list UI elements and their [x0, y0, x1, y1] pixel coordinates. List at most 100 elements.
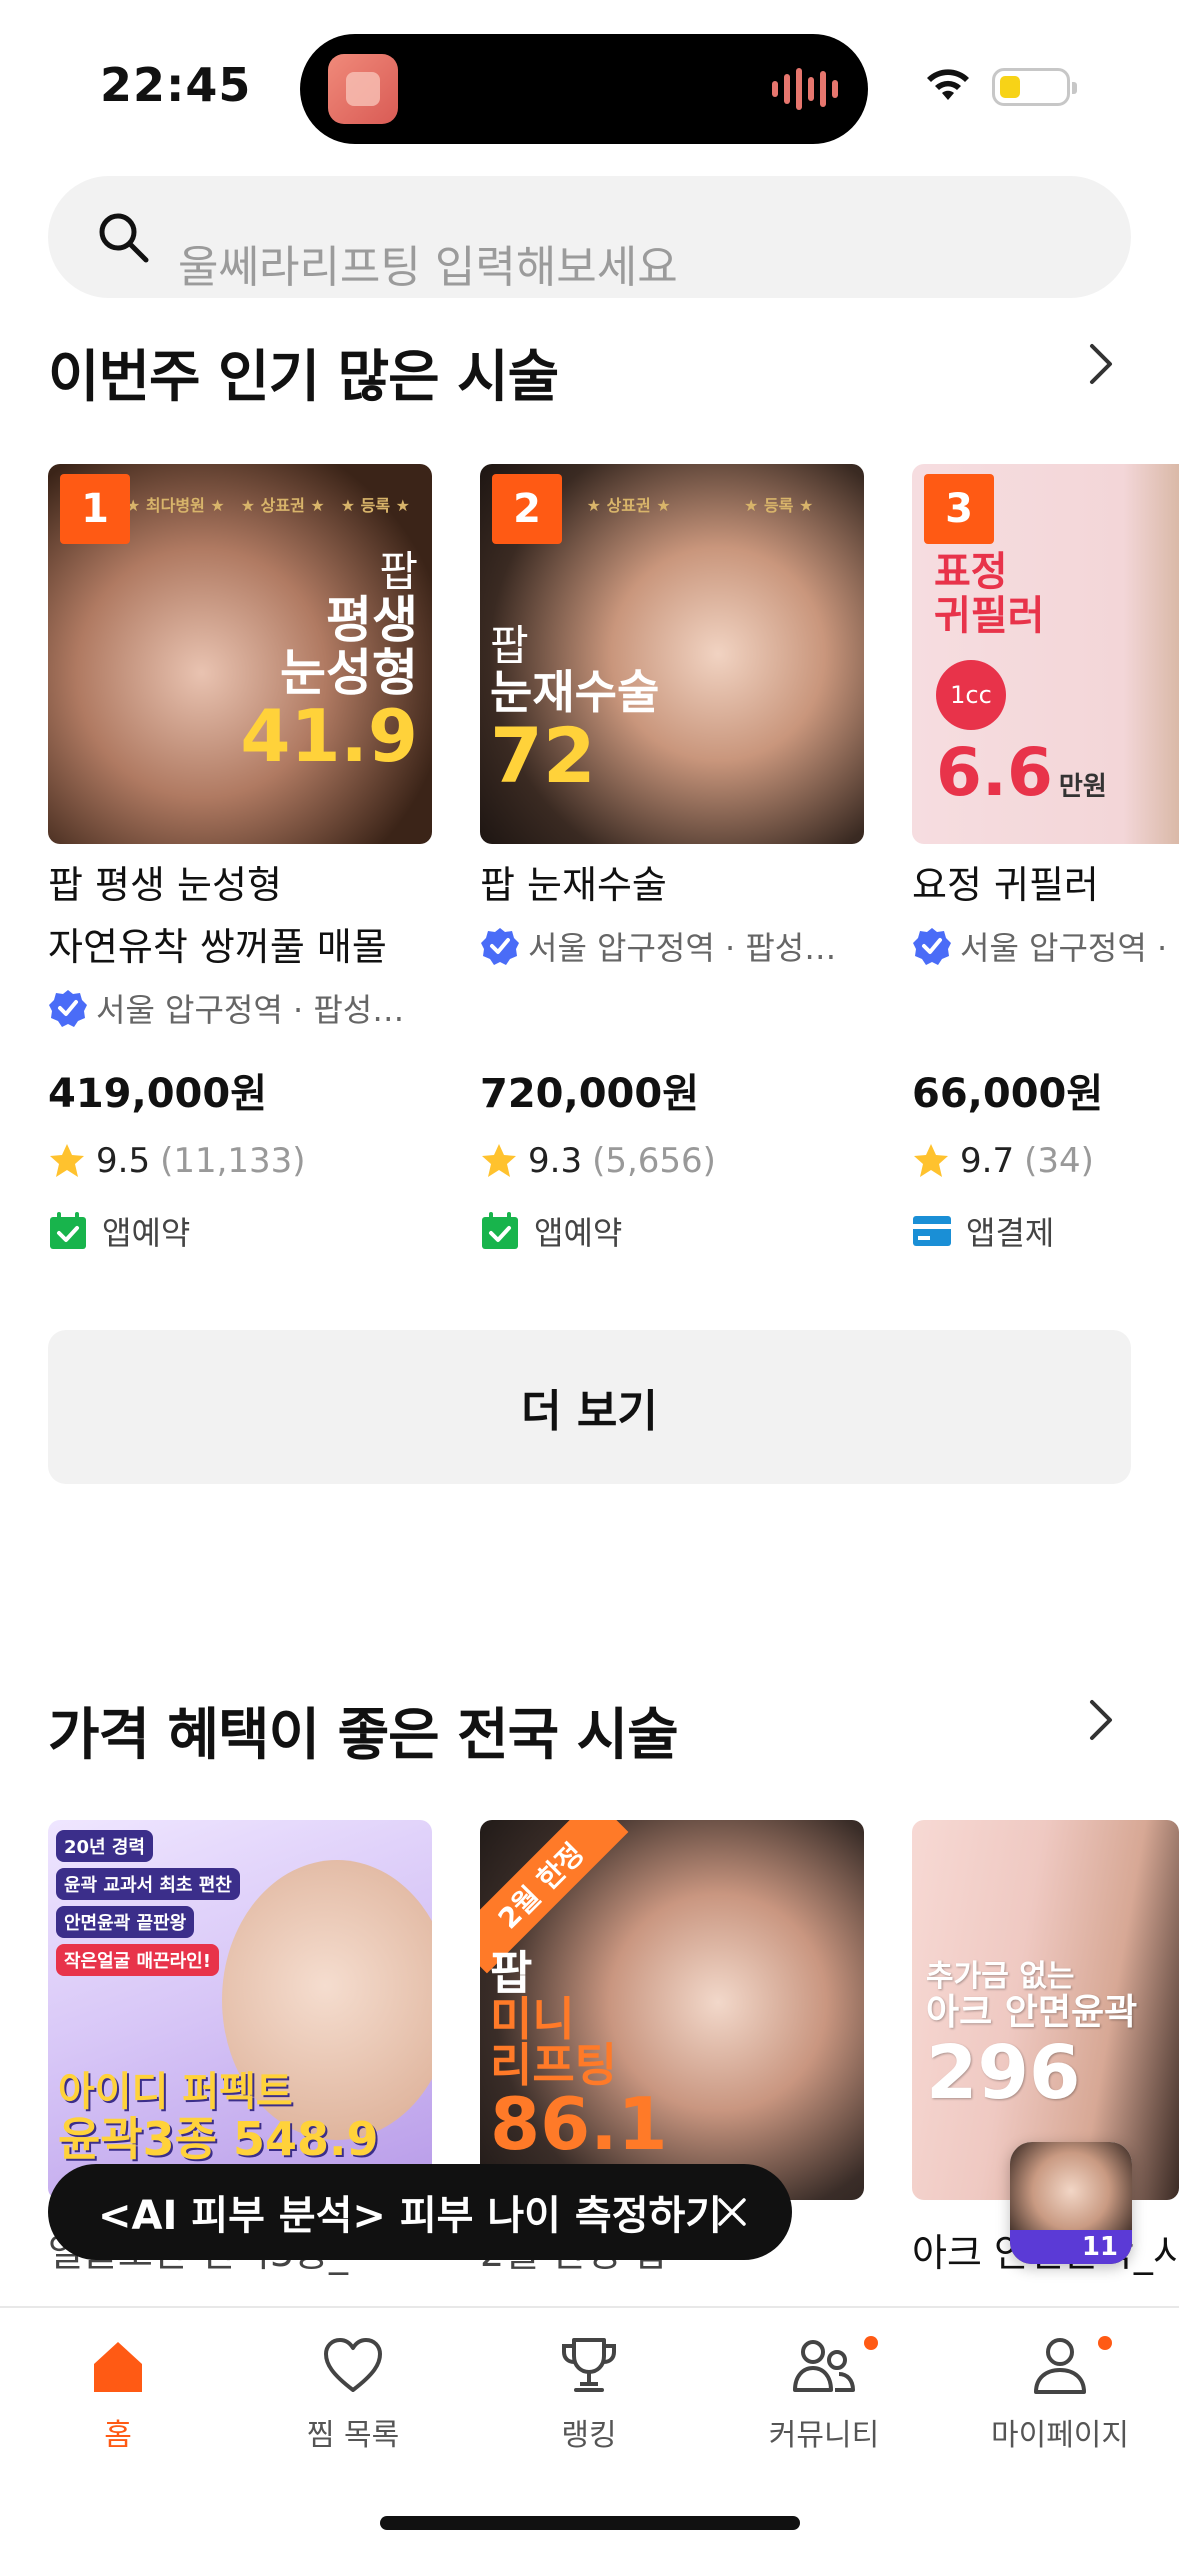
clinic-location: 서울 압구정역 ·: [912, 916, 1179, 976]
promo-badge: 11: [1010, 2230, 1132, 2264]
review-count: (5,656): [592, 1141, 716, 1181]
booking-type: 앱결제: [912, 1196, 1179, 1266]
nav-home[interactable]: 홈: [18, 2336, 218, 2454]
thumb-tag: 작은얼굴 매끈라인!: [56, 1944, 219, 1976]
see-more-button[interactable]: 더 보기: [48, 1330, 1131, 1484]
rating-score: 9.7: [960, 1141, 1015, 1181]
nav-label: 찜 목록: [306, 2418, 400, 2453]
nav-wishlist[interactable]: 찜 목록: [253, 2336, 453, 2454]
thumb-tag: 20년 경력: [56, 1830, 153, 1862]
card-icon: [913, 1216, 951, 1246]
clinic-location: 서울 압구정역 · 팝성…: [48, 978, 432, 1038]
procedure-name: 팝 눈재수술: [480, 863, 667, 907]
thumb-text: 팝: [490, 1946, 533, 2000]
battery-icon: [992, 68, 1077, 106]
deal-thumbnail[interactable]: 2월 한정 팝 미니 리프팅 86.1: [480, 1820, 864, 2200]
thumb-text: 눈재수술: [490, 665, 660, 720]
thumb-text: 미니: [490, 1992, 575, 2046]
nav-community[interactable]: 커뮤니티: [724, 2336, 924, 2454]
calendar-check-icon: [482, 1212, 518, 1249]
thumb-text: 아이디 퍼펙트: [58, 2069, 293, 2115]
award-badges: ★ 최다병원 ★ ★ 상표권 ★ ★ 등록 ★: [126, 496, 410, 515]
thumb-tag: 안면윤곽 끝판왕: [56, 1906, 195, 1938]
price: 419,000원: [48, 1071, 267, 1117]
star-icon: [50, 1144, 84, 1177]
award-badges: ★ 상표권 ★ ★ 등록 ★: [586, 496, 814, 515]
section-title-deals: 가격 혜택이 좋은 전국 시술: [48, 1703, 679, 1768]
booking-type: 앱예약: [480, 1196, 864, 1266]
rank-badge: 3: [924, 474, 994, 544]
location-text: 서울 압구정역 · 팝성…: [96, 991, 405, 1029]
price: 720,000원: [480, 1071, 699, 1117]
rating: 9.5 (11,133): [48, 1126, 432, 1196]
thumb-text: 평생: [326, 591, 418, 650]
nav-mypage[interactable]: 마이페이지: [960, 2336, 1160, 2454]
home-icon: [94, 2342, 142, 2392]
rank-badge: 1: [60, 474, 130, 544]
thumb-text: 추가금 없는: [926, 1959, 1075, 1994]
star-icon: [914, 1144, 948, 1177]
chevron-right-icon[interactable]: [1086, 1696, 1116, 1744]
review-count: (11,133): [160, 1141, 306, 1181]
thumb-text: 팝: [379, 547, 418, 596]
thumb-text: 아크 안면윤곽: [926, 1992, 1138, 2033]
home-indicator[interactable]: [380, 2516, 800, 2530]
search-bar[interactable]: [48, 176, 1131, 298]
thumb-tag: 윤곽 교과서 최초 편찬: [56, 1868, 240, 1900]
booking-type-label: 앱예약: [102, 1214, 191, 1252]
thumb-text: 표정: [934, 549, 1008, 595]
procedure-card[interactable]: 표정 귀필러 1cc 6.6 만원 3 요정 귀필러 서울 압구정역 · 66,…: [912, 464, 1179, 1266]
dynamic-island[interactable]: [300, 34, 868, 144]
thumb-price: 6.6: [936, 734, 1053, 811]
booking-type-label: 앱결제: [966, 1214, 1055, 1252]
rating: 9.7 (34): [912, 1126, 1179, 1196]
nav-label: 랭킹: [561, 2418, 617, 2453]
ai-skin-analysis-toast[interactable]: <AI 피부 분석> 피부 나이 측정하기: [48, 2164, 792, 2260]
profile-icon: [1034, 2338, 1086, 2394]
thumb-price: 72: [490, 711, 596, 801]
procedure-name-sub: 자연유착 쌍꺼풀 매몰: [48, 925, 387, 969]
nav-ranking[interactable]: 랭킹: [489, 2336, 689, 2454]
booking-type-label: 앱예약: [534, 1214, 623, 1252]
thumb-text: 팝: [490, 621, 529, 670]
notification-dot: [864, 2336, 878, 2350]
procedure-thumbnail: ★ 최다병원 ★ ★ 상표권 ★ ★ 등록 ★ 팝 평생 눈성형 41.9 1: [48, 464, 432, 844]
nav-label: 홈: [104, 2418, 132, 2453]
section-title-popular: 이번주 인기 많은 시술: [48, 345, 559, 410]
deal-thumbnail[interactable]: 20년 경력 윤곽 교과서 최초 편찬 안면윤곽 끝판왕 작은얼굴 매끈라인! …: [48, 1820, 432, 2200]
rating: 9.3 (5,656): [480, 1126, 864, 1196]
trophy-icon: [562, 2338, 616, 2392]
procedure-thumbnail: ★ 상표권 ★ ★ 등록 ★ 팝 눈재수술 72 2: [480, 464, 864, 844]
thumb-price: 윤곽3종 548.9: [58, 2112, 379, 2166]
audio-wave-icon: [772, 68, 838, 110]
thumb-text: 눈성형: [280, 643, 418, 702]
heart-icon: [324, 2338, 382, 2392]
star-icon: [482, 1144, 516, 1177]
procedure-thumbnail: 표정 귀필러 1cc 6.6 만원 3: [912, 464, 1179, 844]
verified-badge-icon: [481, 928, 519, 965]
thumb-badge: 1cc: [936, 660, 1006, 730]
procedure-name: 요정 귀필러: [912, 863, 1099, 907]
nav-label: 커뮤니티: [768, 2418, 880, 2453]
thumb-text: 귀필러: [934, 593, 1045, 639]
search-input[interactable]: [178, 242, 1078, 293]
booking-type: 앱예약: [48, 1196, 432, 1266]
rating-score: 9.3: [528, 1141, 583, 1181]
nav-label: 마이페이지: [991, 2418, 1129, 2453]
rating-score: 9.5: [96, 1141, 151, 1181]
procedure-card[interactable]: ★ 최다병원 ★ ★ 상표권 ★ ★ 등록 ★ 팝 평생 눈성형 41.9 1 팝 …: [48, 464, 432, 1266]
price: 66,000원: [912, 1071, 1104, 1117]
procedure-name: 팝 평생 눈성형: [48, 863, 282, 907]
floating-promo-avatar[interactable]: 11: [1010, 2142, 1132, 2264]
verified-badge-icon: [49, 990, 87, 1027]
chevron-right-icon[interactable]: [1086, 340, 1116, 388]
location-text: 서울 압구정역 · 팝성…: [528, 929, 837, 967]
community-icon: [793, 2340, 855, 2392]
thumb-price: 296: [926, 2029, 1081, 2116]
verified-badge-icon: [913, 928, 951, 965]
close-icon[interactable]: [716, 2196, 748, 2228]
clinic-location: 서울 압구정역 · 팝성…: [480, 916, 864, 976]
procedure-card[interactable]: ★ 상표권 ★ ★ 등록 ★ 팝 눈재수술 72 2 팝 눈재수술 서울 압구정역…: [480, 464, 864, 1266]
thumb-unit: 만원: [1058, 772, 1107, 802]
thumb-price: 86.1: [490, 2082, 668, 2166]
